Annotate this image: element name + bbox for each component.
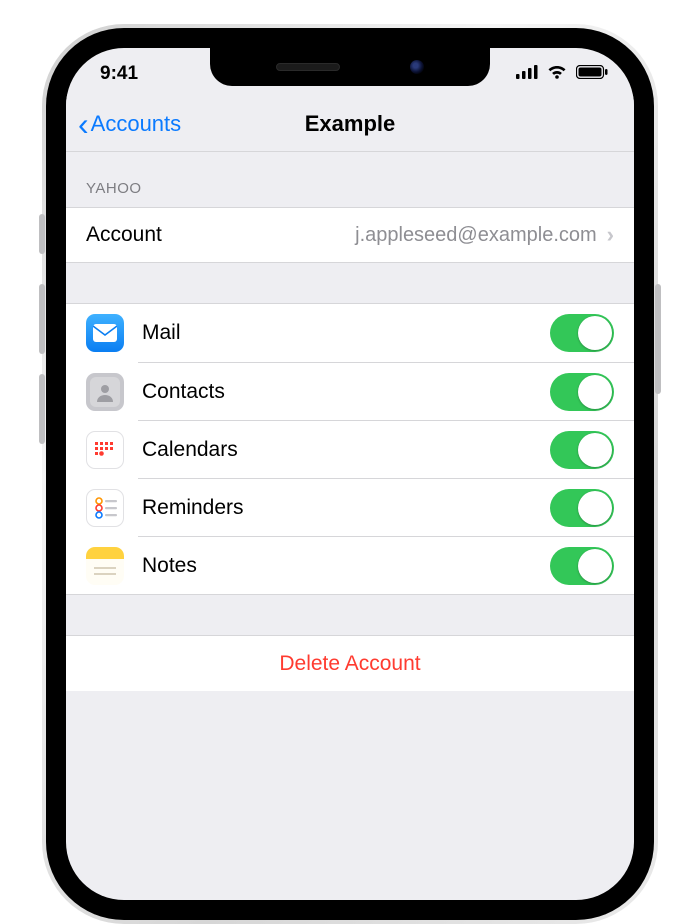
service-row-reminders: Reminders (138, 478, 634, 536)
toggle-mail[interactable] (550, 314, 614, 352)
notes-icon (86, 547, 124, 585)
service-row-notes: Notes (138, 536, 634, 594)
service-label: Mail (142, 321, 550, 345)
account-row-value: j.appleseed@example.com (162, 224, 597, 247)
page-title: Example (305, 111, 396, 137)
status-time: 9:41 (100, 63, 138, 85)
service-row-contacts: Contacts (138, 362, 634, 420)
back-label: Accounts (91, 111, 182, 137)
chevron-left-icon: ‹ (78, 108, 89, 140)
service-label: Notes (142, 554, 550, 578)
toggle-reminders[interactable] (550, 489, 614, 527)
toggle-contacts[interactable] (550, 373, 614, 411)
status-bar: 9:41 (66, 52, 634, 96)
battery-icon (576, 63, 608, 85)
service-label: Calendars (142, 438, 550, 462)
chevron-right-icon: › (607, 222, 614, 248)
calendar-icon (86, 431, 124, 469)
device-volume-down (39, 374, 45, 444)
service-label: Reminders (142, 496, 550, 520)
device-volume-up (39, 284, 45, 354)
back-button[interactable]: ‹ Accounts (78, 96, 181, 151)
toggle-calendars[interactable] (550, 431, 614, 469)
account-row-label: Account (86, 223, 162, 247)
contacts-icon (86, 373, 124, 411)
wifi-icon (546, 63, 568, 85)
device-side-button (655, 284, 661, 394)
screen: 9:41 ‹ (66, 48, 634, 900)
service-label: Contacts (142, 380, 550, 404)
device-mute-switch (39, 214, 45, 254)
delete-account-button[interactable]: Delete Account (66, 635, 634, 691)
service-row-mail: Mail (66, 304, 634, 362)
account-row[interactable]: Account j.appleseed@example.com › (66, 207, 634, 263)
nav-bar: ‹ Accounts Example (66, 96, 634, 152)
services-list: Mail Contacts (66, 303, 634, 595)
service-row-calendars: Calendars (138, 420, 634, 478)
toggle-notes[interactable] (550, 547, 614, 585)
section-header-account: YAHOO (66, 152, 634, 207)
device-frame: 9:41 ‹ (42, 24, 658, 924)
reminders-icon (86, 489, 124, 527)
delete-account-label: Delete Account (279, 652, 420, 676)
mail-icon (86, 314, 124, 352)
cellular-icon (516, 63, 538, 85)
